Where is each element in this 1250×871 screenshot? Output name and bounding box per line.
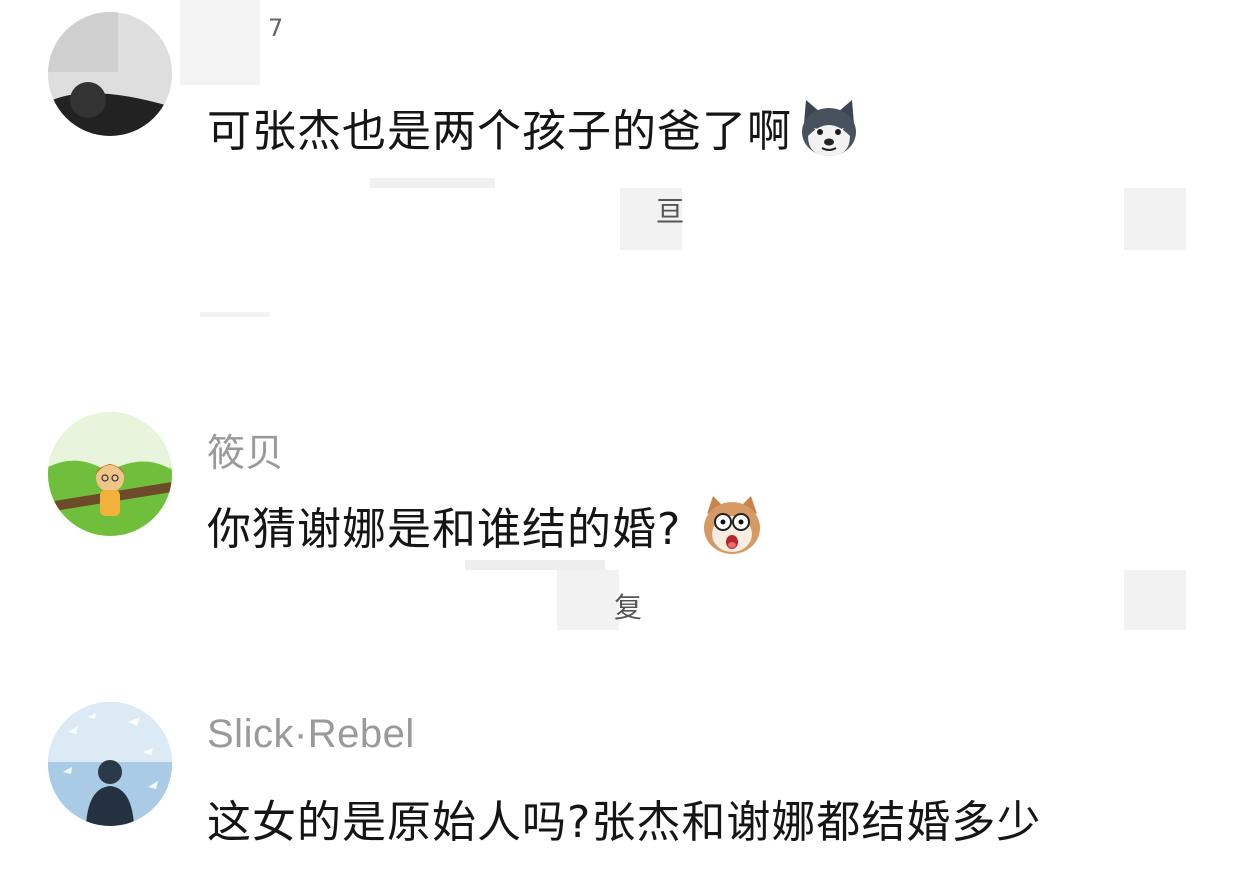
reply-link[interactable]: 复	[614, 586, 642, 626]
redacted-meta	[557, 570, 619, 630]
comment-text: 可张杰也是两个孩子的爸了啊	[207, 94, 862, 160]
husky-dog-icon	[796, 94, 862, 160]
avatar[interactable]	[48, 12, 172, 136]
username[interactable]: Slick·Rebel	[207, 712, 415, 757]
reply-link[interactable]: 亘	[656, 190, 684, 230]
comment-text-content: 可张杰也是两个孩子的爸了啊	[207, 106, 792, 157]
redacted-meta	[465, 560, 605, 570]
avatar[interactable]	[48, 702, 172, 826]
comment-text-content: 你猜谢娜是和谁结的婚?	[207, 504, 682, 555]
comment-text: 你猜谢娜是和谁结的婚?	[207, 492, 765, 558]
username[interactable]: 筱贝	[207, 422, 284, 477]
avatar[interactable]	[48, 412, 172, 536]
comment-item: 筱贝 你猜谢娜是和谁结的婚? 复	[0, 380, 1250, 650]
redacted-meta	[370, 178, 495, 188]
username[interactable]: 7	[268, 14, 284, 42]
shocked-shiba-icon	[699, 492, 765, 558]
like-button[interactable]	[1124, 570, 1186, 630]
redacted-username	[180, 0, 260, 85]
comment-text-content: 这女的是原始人吗?张杰和谢娜都结婚多少	[207, 797, 1042, 848]
comment-item: Slick·Rebel 这女的是原始人吗?张杰和谢娜都结婚多少	[0, 690, 1250, 871]
comment-text: 这女的是原始人吗?张杰和谢娜都结婚多少	[207, 786, 1041, 850]
comment-item: 7 可张杰也是两个孩子的爸了啊 亘	[0, 0, 1250, 360]
redacted-meta	[200, 312, 270, 317]
like-button[interactable]	[1124, 188, 1186, 250]
